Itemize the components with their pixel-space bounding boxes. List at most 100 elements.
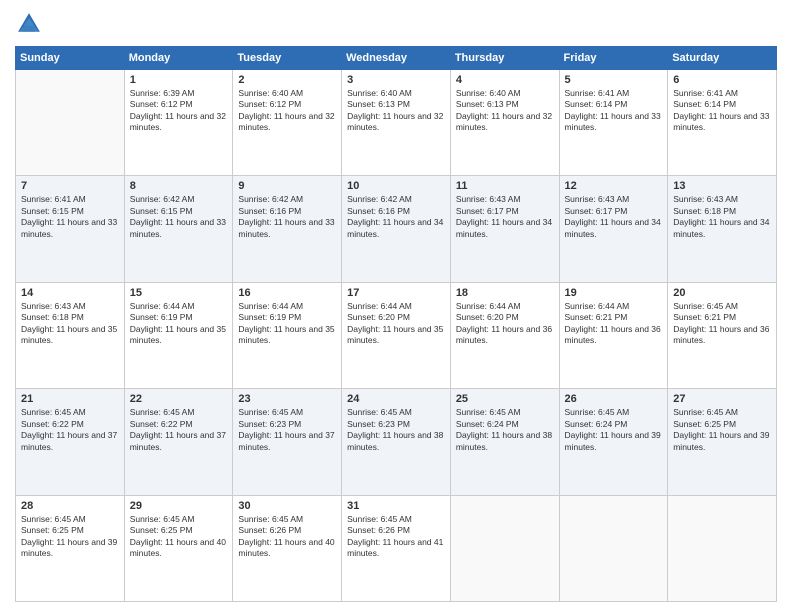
day-info: Sunrise: 6:44 AMSunset: 6:20 PMDaylight:… [456,301,554,347]
calendar-day-cell: 22 Sunrise: 6:45 AMSunset: 6:22 PMDayligh… [124,389,233,495]
calendar-day-cell: 3 Sunrise: 6:40 AMSunset: 6:13 PMDaylight… [342,70,451,176]
day-number: 12 [565,180,663,192]
day-number: 14 [21,287,119,299]
day-info: Sunrise: 6:45 AMSunset: 6:24 PMDaylight:… [456,407,554,453]
calendar-day-cell [559,495,668,601]
day-info: Sunrise: 6:45 AMSunset: 6:25 PMDaylight:… [673,407,771,453]
day-number: 15 [130,287,228,299]
weekday-header-monday: Monday [124,47,233,70]
day-number: 28 [21,500,119,512]
day-number: 1 [130,74,228,86]
header [15,10,777,38]
day-number: 26 [565,393,663,405]
day-number: 22 [130,393,228,405]
calendar-day-cell: 16 Sunrise: 6:44 AMSunset: 6:19 PMDayligh… [233,282,342,388]
day-number: 8 [130,180,228,192]
calendar-day-cell: 25 Sunrise: 6:45 AMSunset: 6:24 PMDayligh… [450,389,559,495]
day-number: 30 [238,500,336,512]
calendar-day-cell: 15 Sunrise: 6:44 AMSunset: 6:19 PMDayligh… [124,282,233,388]
day-info: Sunrise: 6:45 AMSunset: 6:21 PMDaylight:… [673,301,771,347]
day-info: Sunrise: 6:40 AMSunset: 6:13 PMDaylight:… [456,88,554,134]
day-info: Sunrise: 6:43 AMSunset: 6:17 PMDaylight:… [456,194,554,240]
day-info: Sunrise: 6:45 AMSunset: 6:22 PMDaylight:… [130,407,228,453]
calendar-day-cell: 5Sunrise: 6:41 AMSunset: 6:14 PMDaylight… [559,70,668,176]
calendar-day-cell: 31Sunrise: 6:45 AMSunset: 6:26 PMDayligh… [342,495,451,601]
day-number: 21 [21,393,119,405]
calendar-day-cell: 6 Sunrise: 6:41 AMSunset: 6:14 PMDaylight… [668,70,777,176]
day-info: Sunrise: 6:45 AMSunset: 6:23 PMDaylight:… [238,407,336,453]
day-number: 4 [456,74,554,86]
calendar-day-cell: 1Sunrise: 6:39 AMSunset: 6:12 PMDaylight… [124,70,233,176]
day-info: Sunrise: 6:40 AMSunset: 6:13 PMDaylight:… [347,88,445,134]
calendar-week-row: 7Sunrise: 6:41 AMSunset: 6:15 PMDaylight… [16,176,777,282]
calendar-day-cell: 17 Sunrise: 6:44 AMSunset: 6:20 PMDayligh… [342,282,451,388]
day-number: 16 [238,287,336,299]
calendar-day-cell: 13 Sunrise: 6:43 AMSunset: 6:18 PMDayligh… [668,176,777,282]
day-number: 27 [673,393,771,405]
calendar-day-cell: 4 Sunrise: 6:40 AMSunset: 6:13 PMDaylight… [450,70,559,176]
calendar-week-row: 14 Sunrise: 6:43 AMSunset: 6:18 PMDayligh… [16,282,777,388]
calendar-day-cell [668,495,777,601]
day-info: Sunrise: 6:44 AMSunset: 6:20 PMDaylight:… [347,301,445,347]
day-number: 2 [238,74,336,86]
calendar-day-cell: 30 Sunrise: 6:45 AMSunset: 6:26 PMDayligh… [233,495,342,601]
calendar-day-cell: 10Sunrise: 6:42 AMSunset: 6:16 PMDayligh… [342,176,451,282]
calendar-day-cell: 14 Sunrise: 6:43 AMSunset: 6:18 PMDayligh… [16,282,125,388]
calendar-day-cell: 2 Sunrise: 6:40 AMSunset: 6:12 PMDaylight… [233,70,342,176]
day-info: Sunrise: 6:45 AMSunset: 6:22 PMDaylight:… [21,407,119,453]
day-info: Sunrise: 6:45 AMSunset: 6:24 PMDaylight:… [565,407,663,453]
calendar-day-cell: 21 Sunrise: 6:45 AMSunset: 6:22 PMDayligh… [16,389,125,495]
weekday-header-row: SundayMondayTuesdayWednesdayThursdayFrid… [16,47,777,70]
weekday-header-friday: Friday [559,47,668,70]
day-info: Sunrise: 6:43 AMSunset: 6:17 PMDaylight:… [565,194,663,240]
day-number: 17 [347,287,445,299]
calendar-day-cell: 29Sunrise: 6:45 AMSunset: 6:25 PMDayligh… [124,495,233,601]
weekday-header-sunday: Sunday [16,47,125,70]
calendar-day-cell: 27 Sunrise: 6:45 AMSunset: 6:25 PMDayligh… [668,389,777,495]
day-number: 7 [21,180,119,192]
day-number: 6 [673,74,771,86]
logo-icon [15,10,43,38]
day-info: Sunrise: 6:44 AMSunset: 6:21 PMDaylight:… [565,301,663,347]
day-info: Sunrise: 6:43 AMSunset: 6:18 PMDaylight:… [21,301,119,347]
calendar-day-cell: 12 Sunrise: 6:43 AMSunset: 6:17 PMDayligh… [559,176,668,282]
day-info: Sunrise: 6:40 AMSunset: 6:12 PMDaylight:… [238,88,336,134]
weekday-header-tuesday: Tuesday [233,47,342,70]
calendar-table: SundayMondayTuesdayWednesdayThursdayFrid… [15,46,777,602]
day-info: Sunrise: 6:44 AMSunset: 6:19 PMDaylight:… [130,301,228,347]
day-number: 25 [456,393,554,405]
day-number: 3 [347,74,445,86]
day-info: Sunrise: 6:41 AMSunset: 6:14 PMDaylight:… [673,88,771,134]
day-info: Sunrise: 6:43 AMSunset: 6:18 PMDaylight:… [673,194,771,240]
day-number: 31 [347,500,445,512]
calendar-day-cell: 8 Sunrise: 6:42 AMSunset: 6:15 PMDaylight… [124,176,233,282]
day-number: 20 [673,287,771,299]
day-info: Sunrise: 6:45 AMSunset: 6:23 PMDaylight:… [347,407,445,453]
day-info: Sunrise: 6:42 AMSunset: 6:15 PMDaylight:… [130,194,228,240]
day-info: Sunrise: 6:44 AMSunset: 6:19 PMDaylight:… [238,301,336,347]
day-number: 23 [238,393,336,405]
calendar-day-cell: 11 Sunrise: 6:43 AMSunset: 6:17 PMDayligh… [450,176,559,282]
calendar-day-cell: 19Sunrise: 6:44 AMSunset: 6:21 PMDayligh… [559,282,668,388]
calendar-day-cell [450,495,559,601]
calendar-day-cell: 7Sunrise: 6:41 AMSunset: 6:15 PMDaylight… [16,176,125,282]
day-number: 13 [673,180,771,192]
day-number: 11 [456,180,554,192]
day-info: Sunrise: 6:42 AMSunset: 6:16 PMDaylight:… [238,194,336,240]
calendar-week-row: 28 Sunrise: 6:45 AMSunset: 6:25 PMDayligh… [16,495,777,601]
calendar-week-row: 1Sunrise: 6:39 AMSunset: 6:12 PMDaylight… [16,70,777,176]
day-number: 18 [456,287,554,299]
weekday-header-saturday: Saturday [668,47,777,70]
day-number: 24 [347,393,445,405]
day-info: Sunrise: 6:42 AMSunset: 6:16 PMDaylight:… [347,194,445,240]
calendar-day-cell: 24 Sunrise: 6:45 AMSunset: 6:23 PMDayligh… [342,389,451,495]
day-info: Sunrise: 6:45 AMSunset: 6:26 PMDaylight:… [238,514,336,560]
calendar-day-cell: 28 Sunrise: 6:45 AMSunset: 6:25 PMDayligh… [16,495,125,601]
day-info: Sunrise: 6:45 AMSunset: 6:25 PMDaylight:… [130,514,228,560]
page: SundayMondayTuesdayWednesdayThursdayFrid… [0,0,792,612]
weekday-header-wednesday: Wednesday [342,47,451,70]
calendar-day-cell [16,70,125,176]
day-info: Sunrise: 6:45 AMSunset: 6:25 PMDaylight:… [21,514,119,560]
logo [15,10,47,38]
calendar-day-cell: 23 Sunrise: 6:45 AMSunset: 6:23 PMDayligh… [233,389,342,495]
